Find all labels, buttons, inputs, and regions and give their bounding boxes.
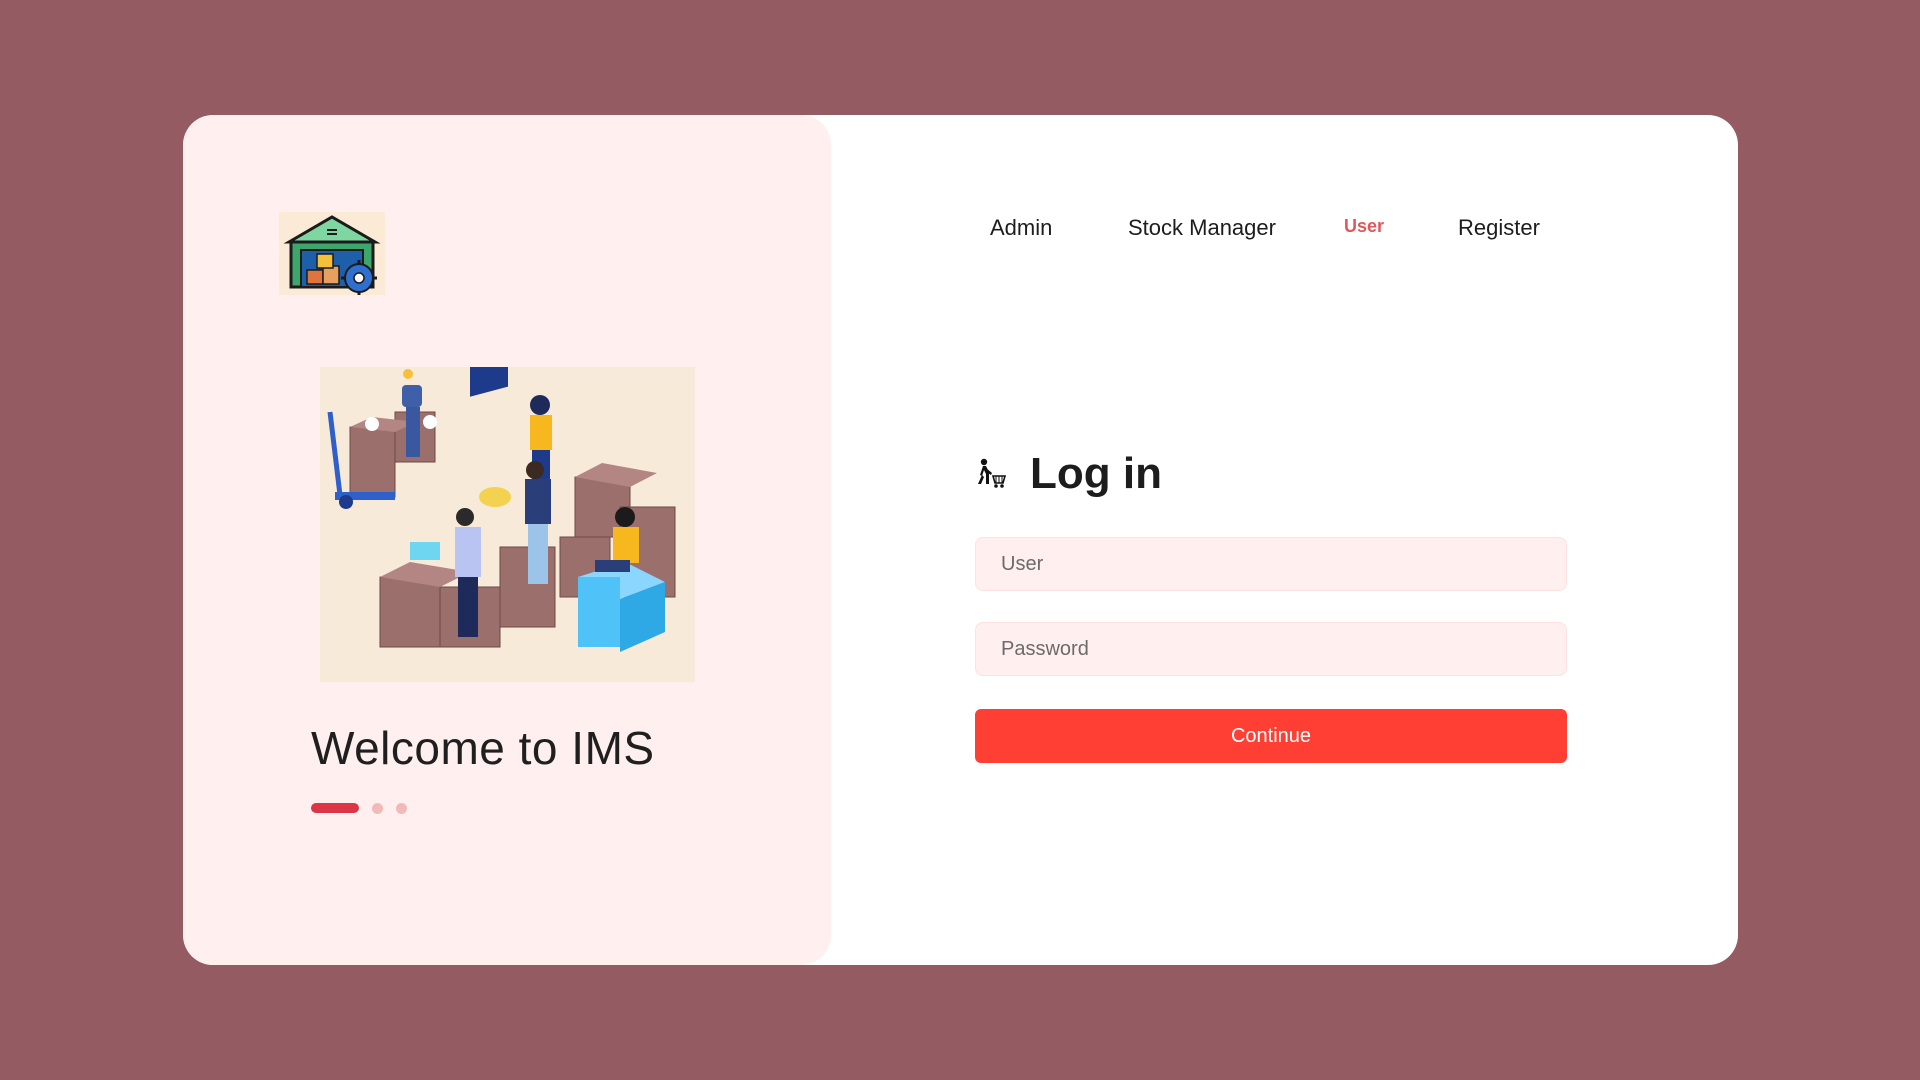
continue-button[interactable]: Continue <box>975 709 1567 763</box>
warehouse-logo-icon <box>279 212 385 296</box>
carousel-indicators <box>311 802 407 814</box>
welcome-heading: Welcome to IMS <box>311 722 655 774</box>
login-heading: Log in <box>1030 449 1162 498</box>
nav-admin[interactable]: Admin <box>990 215 1052 241</box>
nav-user[interactable]: User <box>1344 216 1384 237</box>
walking-person-cart-icon <box>974 457 1008 491</box>
user-input[interactable] <box>975 537 1567 591</box>
nav-register[interactable]: Register <box>1458 215 1540 241</box>
carousel-dot-active[interactable] <box>311 803 359 813</box>
welcome-panel: Welcome to IMS <box>183 115 831 965</box>
password-input[interactable] <box>975 622 1567 676</box>
carousel-dot[interactable] <box>372 802 383 814</box>
login-card: Welcome to IMS Admin Stock Manager User … <box>183 115 1738 965</box>
warehouse-illustration <box>320 341 695 682</box>
nav-stock-manager[interactable]: Stock Manager <box>1128 215 1276 241</box>
carousel-dot[interactable] <box>396 802 407 814</box>
login-title: Log in <box>974 449 1162 499</box>
